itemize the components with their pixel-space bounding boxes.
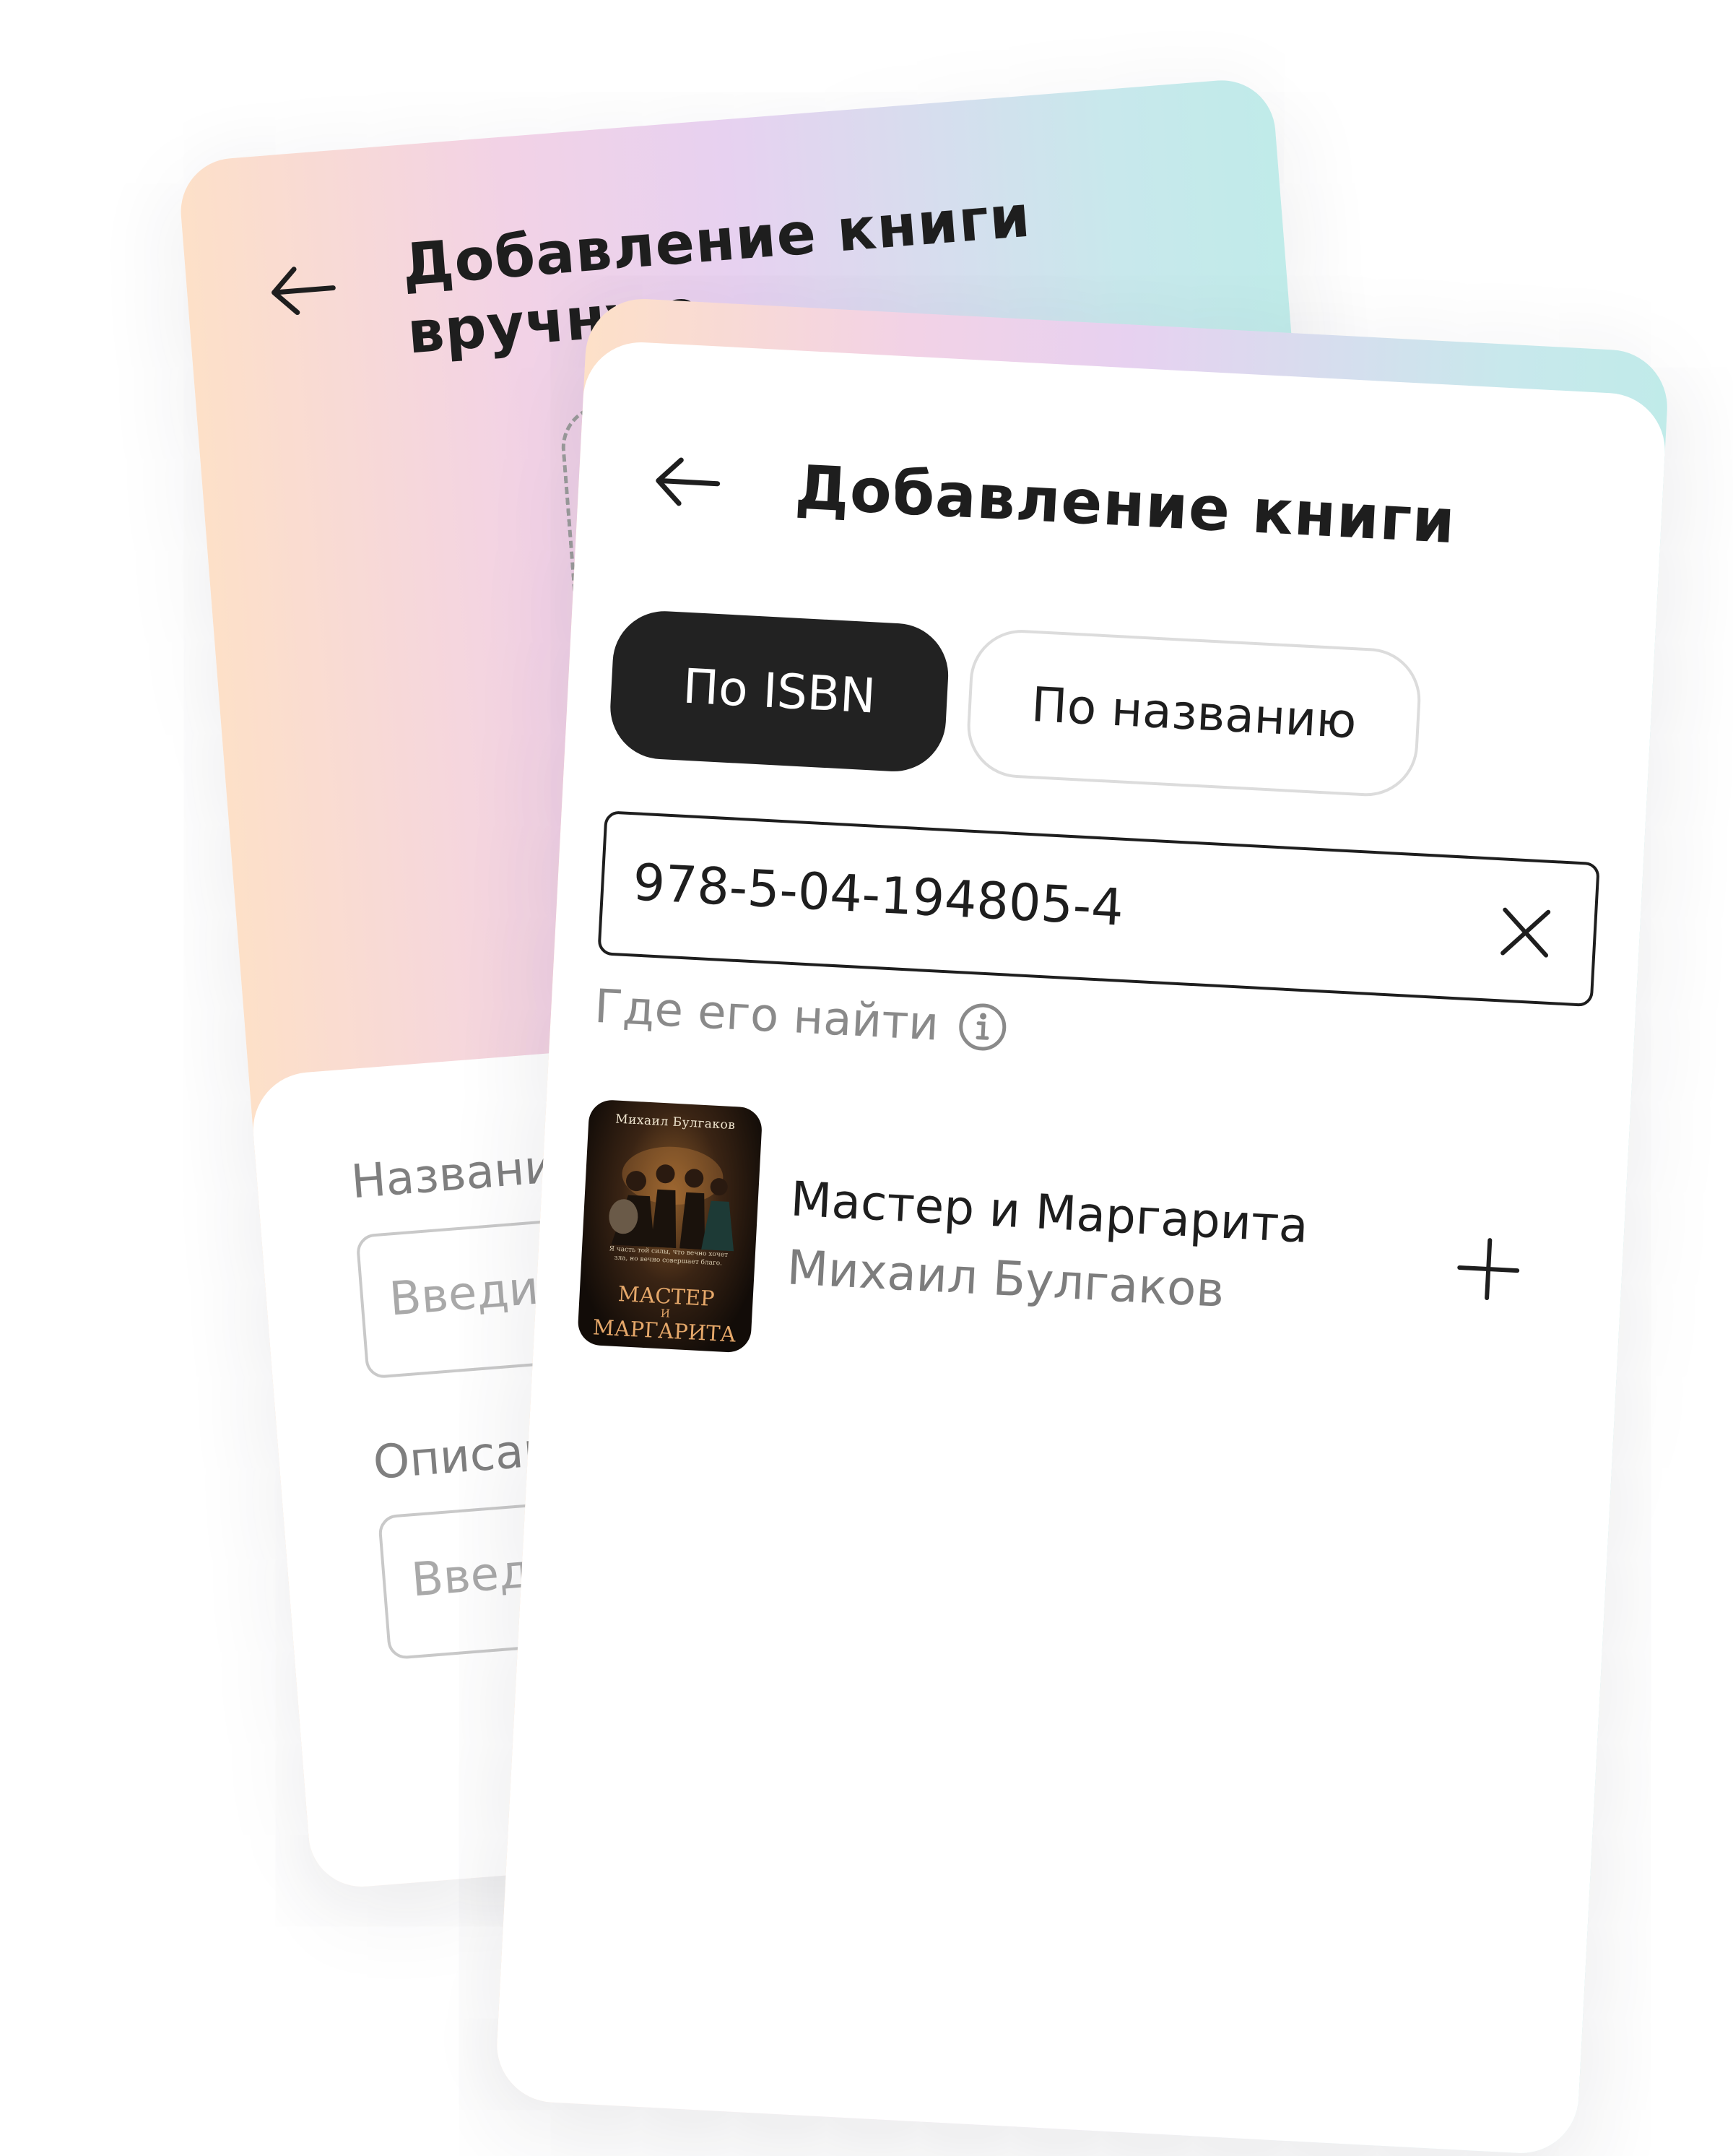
tab-isbn[interactable]: По ISBN xyxy=(607,608,951,774)
isbn-search-screen: Добавление книги По ISBN По названию 978… xyxy=(494,296,1670,2156)
cover-title: МАСТЕР И МАРГАРИТА xyxy=(578,1281,754,1347)
page-title: Добавление книги xyxy=(793,451,1458,558)
arrow-left-icon[interactable] xyxy=(650,451,725,513)
info-icon[interactable] xyxy=(956,1000,1009,1054)
book-title: Мастер и Маргарита xyxy=(789,1171,1310,1254)
isbn-value: 978-5-04-194805-4 xyxy=(631,852,1125,938)
hint-text: Где его найти xyxy=(593,979,940,1052)
cover-illustration xyxy=(609,1146,734,1252)
screen-body: Добавление книги По ISBN По названию 978… xyxy=(494,339,1668,2156)
book-author: Михаил Булгаков xyxy=(785,1239,1226,1318)
arrow-left-icon[interactable] xyxy=(264,259,341,322)
book-cover: Михаил Булгаков Я часть той силы, что ве… xyxy=(577,1099,763,1354)
isbn-help-link[interactable]: Где его найти xyxy=(594,980,1009,1055)
plus-icon[interactable] xyxy=(1454,1235,1523,1304)
search-result-item[interactable]: Михаил Булгаков Я часть той силы, что ве… xyxy=(577,1099,1585,1397)
tab-by-title[interactable]: По названию xyxy=(965,627,1423,799)
close-icon[interactable] xyxy=(1497,904,1555,961)
isbn-input[interactable]: 978-5-04-194805-4 xyxy=(597,810,1600,1008)
